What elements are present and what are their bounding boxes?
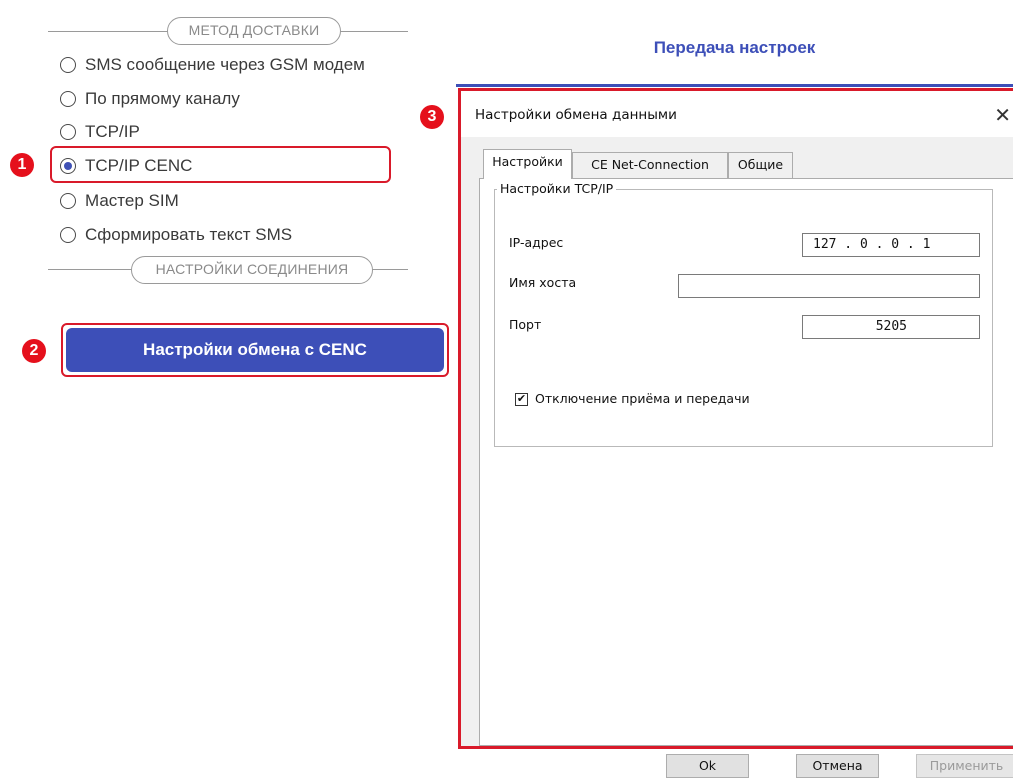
- tab-ce-net-connection[interactable]: CE Net-Connection: [572, 152, 728, 178]
- delivery-panel: МЕТОД ДОСТАВКИ SMS сообщение через GSM м…: [0, 0, 456, 749]
- hostname-label: Имя хоста: [509, 275, 577, 290]
- tab-general[interactable]: Общие: [728, 152, 793, 178]
- radio-option-sms-gsm[interactable]: SMS сообщение через GSM модем: [60, 51, 365, 79]
- step-marker-3: 3: [420, 105, 444, 129]
- radio-option-generate-sms[interactable]: Сформировать текст SMS: [60, 221, 292, 249]
- disable-rx-tx-label: Отключение приёма и передачи: [535, 391, 750, 406]
- radio-label: Сформировать текст SMS: [85, 225, 293, 244]
- disable-rx-tx-checkbox[interactable]: ✔: [515, 393, 528, 406]
- port-field[interactable]: 5205: [802, 315, 980, 339]
- page-title: Передача настроек: [653, 38, 816, 57]
- connection-section-title: НАСТРОЙКИ СОЕДИНЕНИЯ: [131, 256, 373, 284]
- radio-button[interactable]: [60, 91, 76, 107]
- cenc-exchange-settings-button[interactable]: Настройки обмена с CENC: [66, 328, 444, 372]
- radio-option-direct-channel[interactable]: По прямому каналу: [60, 85, 240, 113]
- data-exchange-settings-dialog: Настройки обмена данными ✕ Настройки CE …: [458, 88, 1013, 778]
- step-marker-1: 1: [10, 153, 34, 177]
- ip-address-field[interactable]: 127 . 0 . 0 . 1: [802, 233, 980, 257]
- radio-label: По прямому каналу: [85, 89, 240, 108]
- tab-pane-settings: Настройки TCP/IP IP-адрес 127 . 0 . 0 . …: [479, 178, 1013, 778]
- radio-option-master-sim[interactable]: Мастер SIM: [60, 187, 179, 215]
- cancel-button[interactable]: Отмена: [796, 754, 879, 778]
- close-icon[interactable]: ✕: [994, 103, 1011, 127]
- radio-label: SMS сообщение через GSM модем: [85, 55, 365, 74]
- radio-button[interactable]: [60, 193, 76, 209]
- dialog-title: Настройки обмена данными: [475, 107, 677, 123]
- radio-button[interactable]: [60, 57, 76, 73]
- hostname-field[interactable]: [678, 274, 980, 298]
- step-marker-2: 2: [22, 339, 46, 363]
- radio-button[interactable]: [60, 227, 76, 243]
- dialog-titlebar: Настройки обмена данными ✕: [461, 91, 1013, 137]
- radio-label: Мастер SIM: [85, 191, 179, 210]
- ip-address-label: IP-адрес: [509, 235, 564, 250]
- group-title: Настройки TCP/IP: [497, 181, 617, 196]
- tcpip-cenc-highlight: [50, 146, 391, 183]
- ok-button[interactable]: Ok: [666, 754, 749, 778]
- header-underline: [456, 84, 1013, 87]
- settings-transfer-header: Передача настроек: [456, 0, 1013, 84]
- tab-settings[interactable]: Настройки: [483, 149, 572, 179]
- apply-button[interactable]: Применить: [916, 754, 1013, 778]
- radio-option-tcpip[interactable]: TCP/IP: [60, 118, 140, 146]
- port-label: Порт: [509, 317, 542, 332]
- radio-button[interactable]: [60, 124, 76, 140]
- delivery-section-title: МЕТОД ДОСТАВКИ: [167, 17, 341, 45]
- dialog-body: Настройки CE Net-Connection Общие Настро…: [475, 137, 1013, 778]
- radio-label: TCP/IP: [85, 122, 140, 141]
- tcpip-settings-group: Настройки TCP/IP IP-адрес 127 . 0 . 0 . …: [494, 181, 993, 447]
